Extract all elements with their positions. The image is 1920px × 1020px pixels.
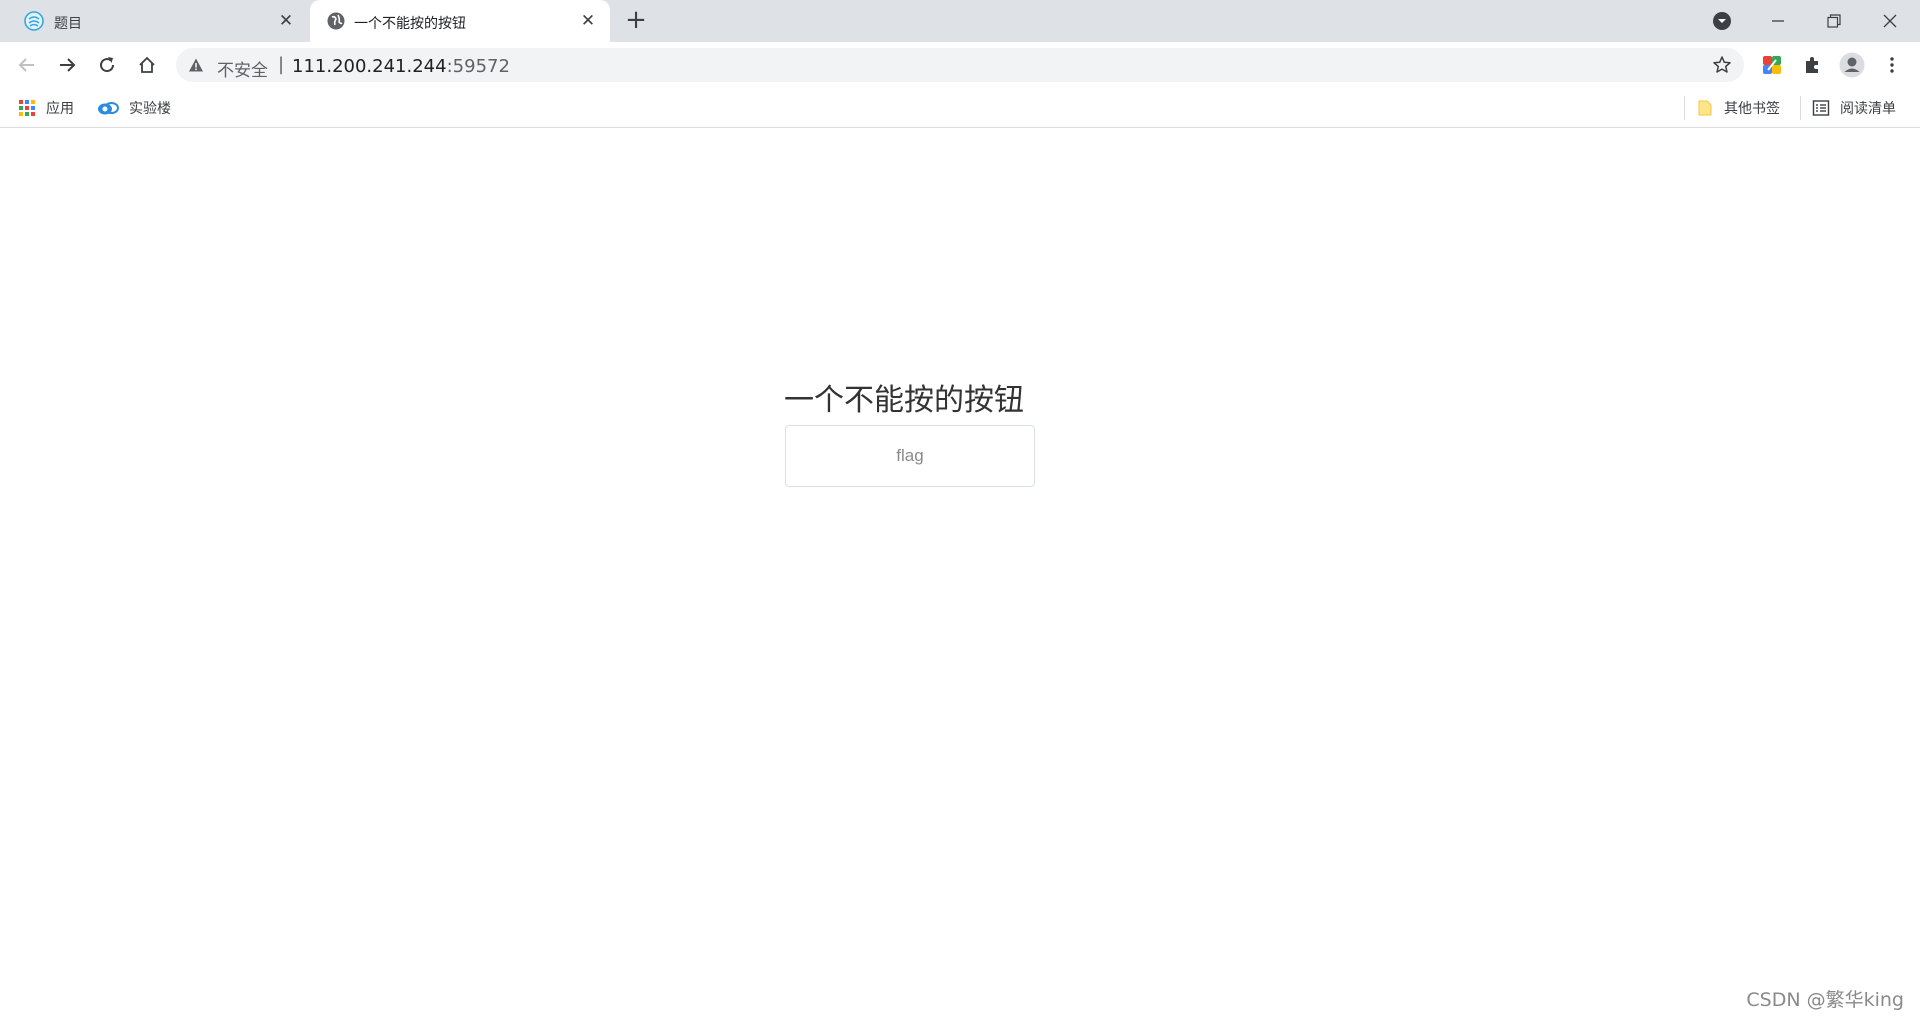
- apps-grid-icon: [19, 100, 35, 116]
- close-icon[interactable]: [1862, 0, 1918, 42]
- bookmark-other[interactable]: 其他书签: [1696, 96, 1780, 120]
- url-host: 111.200.241.244: [292, 56, 447, 77]
- bookmark-label: 应用: [46, 101, 74, 117]
- bookmark-label: 阅读清单: [1840, 101, 1896, 117]
- bookmark-label: 实验楼: [129, 101, 171, 117]
- bookmark-apps[interactable]: 应用: [18, 96, 74, 120]
- watermark: CSDN @繁华king: [1746, 989, 1904, 1011]
- tab-unpressable-button[interactable]: 一个不能按的按钮 ✕: [310, 0, 610, 42]
- reading-list-icon: [1812, 100, 1830, 116]
- tab-strip: 题目 ✕ 一个不能按的按钮 ✕ +: [0, 0, 1920, 42]
- star-bookmark-icon[interactable]: [1712, 55, 1732, 75]
- address-separator: |: [278, 54, 285, 75]
- color-extension-icon[interactable]: [1756, 49, 1788, 81]
- url-port: :59572: [446, 56, 510, 77]
- security-label[interactable]: 不安全: [217, 56, 268, 81]
- browser-toolbar: 不安全 | 111.200.241.244:59572: [0, 42, 1920, 88]
- close-icon[interactable]: ✕: [276, 11, 296, 31]
- cloud-logo-icon: [98, 102, 119, 115]
- tab-topic[interactable]: 题目 ✕: [0, 0, 308, 42]
- profile-dropdown-icon[interactable]: [1694, 0, 1750, 42]
- bookmarks-divider: [1684, 96, 1685, 120]
- tab-title: 一个不能按的按钮: [354, 16, 466, 32]
- minimize-icon[interactable]: [1750, 0, 1806, 42]
- kebab-menu-icon[interactable]: [1876, 49, 1908, 81]
- reading-list[interactable]: 阅读清单: [1812, 96, 1896, 120]
- page-title: 一个不能按的按钮: [784, 383, 1024, 418]
- bookmark-label: 其他书签: [1724, 101, 1780, 117]
- page-content: 一个不能按的按钮 flag CSDN @繁华king: [0, 129, 1920, 1020]
- address-bar[interactable]: 不安全 | 111.200.241.244:59572: [176, 48, 1744, 82]
- folder-icon: [1698, 100, 1712, 116]
- bookmarks-divider: [1800, 96, 1801, 120]
- restore-icon[interactable]: [1806, 0, 1862, 42]
- address-url[interactable]: 111.200.241.244:59572: [292, 56, 510, 77]
- puzzle-icon[interactable]: [1796, 49, 1828, 81]
- globe-icon: [327, 12, 345, 30]
- back-arrow-icon[interactable]: [11, 49, 43, 81]
- home-icon[interactable]: [131, 49, 163, 81]
- bookmarks-bar: 应用 实验楼 其他书签 阅读清单: [0, 88, 1920, 128]
- swirl-logo-icon: [24, 11, 44, 31]
- forward-arrow-icon[interactable]: [51, 49, 83, 81]
- flag-button[interactable]: flag: [785, 425, 1035, 487]
- plus-icon[interactable]: +: [624, 7, 648, 33]
- bookmark-shiyanlou[interactable]: 实验楼: [97, 96, 171, 120]
- reload-icon[interactable]: [91, 49, 123, 81]
- warning-triangle-icon: [189, 58, 203, 72]
- close-icon[interactable]: ✕: [578, 11, 598, 31]
- tab-title: 题目: [54, 16, 82, 32]
- profile-avatar-icon[interactable]: [1836, 49, 1868, 81]
